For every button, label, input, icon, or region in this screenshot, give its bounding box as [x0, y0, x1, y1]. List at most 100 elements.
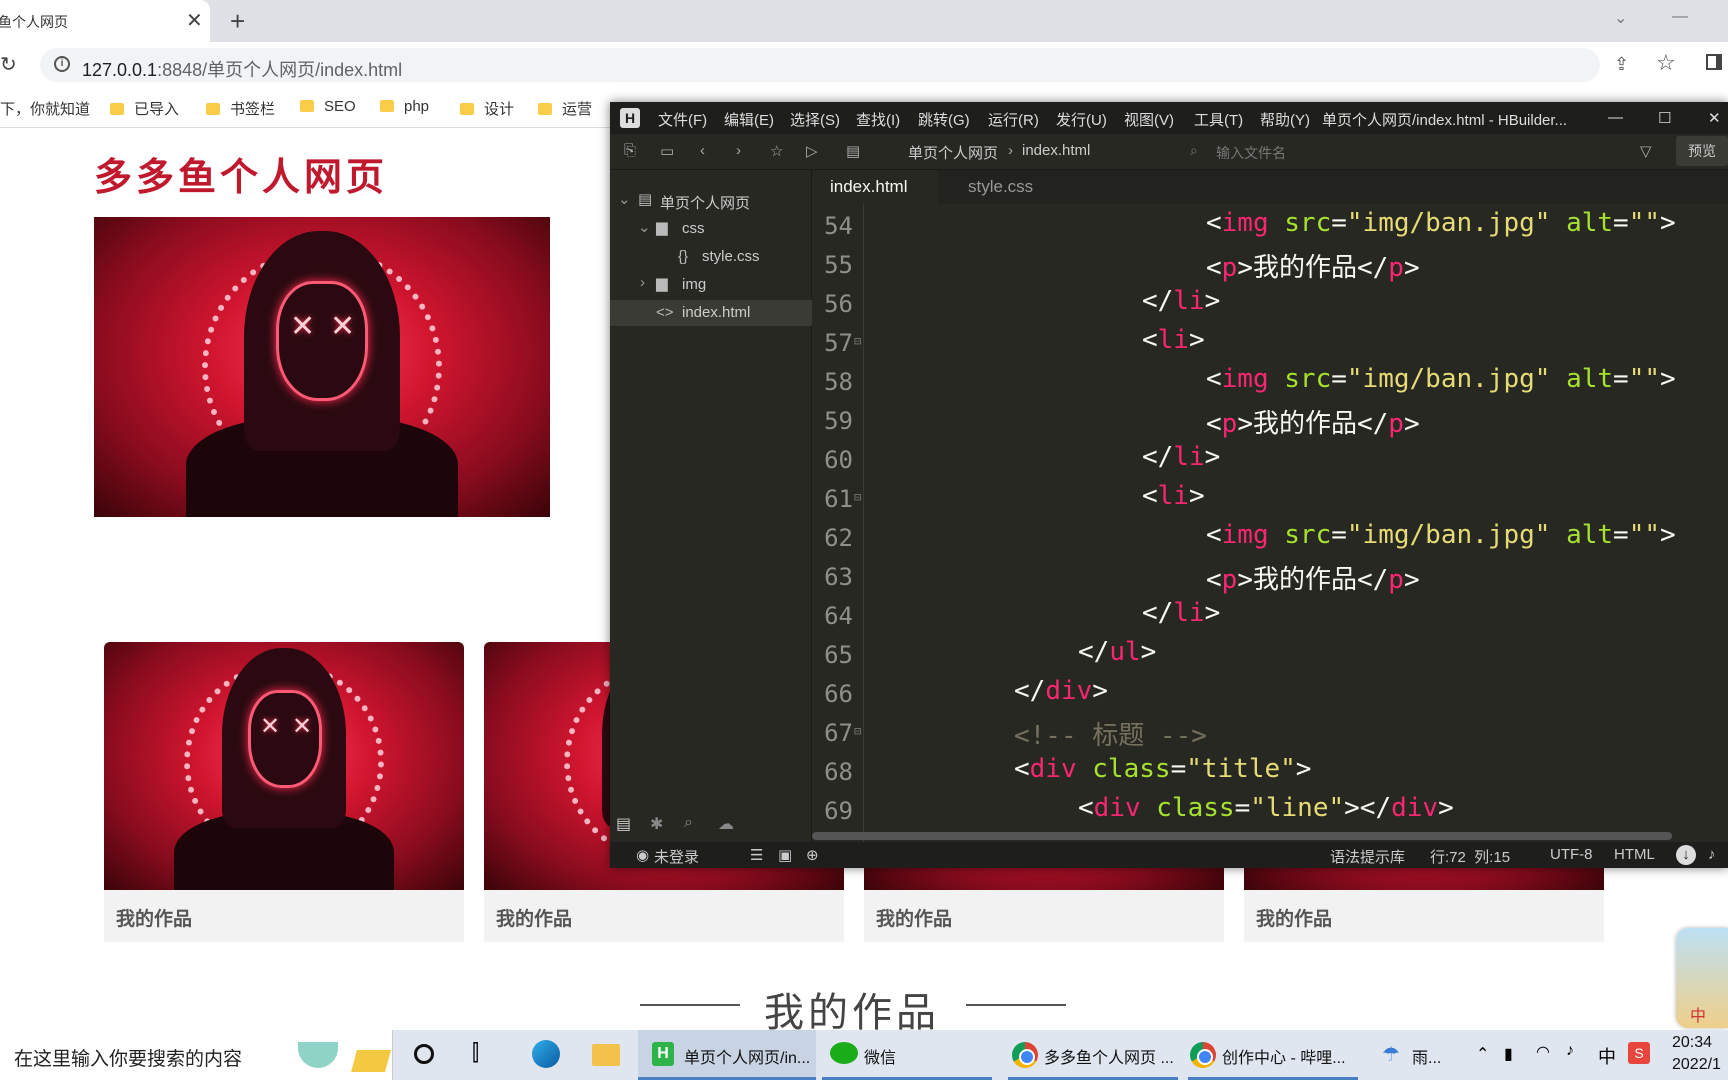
minimize-icon[interactable]: — — [1672, 8, 1688, 26]
bookmark-folder[interactable]: 已导入 — [110, 98, 179, 119]
omnibox[interactable]: i 127.0.0.1:8848/单页个人网页/index.html ⇪ — [40, 48, 1629, 82]
close-icon[interactable]: ✕ — [186, 8, 203, 33]
close-icon[interactable]: ✕ — [1708, 109, 1721, 127]
breadcrumb-file[interactable]: index.html — [1022, 142, 1090, 159]
share-icon[interactable]: ⇪ — [1614, 54, 1629, 75]
menu-publish[interactable]: 发行(U) — [1056, 109, 1107, 130]
taskbar-label: 多多鱼个人网页 ... — [1044, 1050, 1174, 1067]
list-icon[interactable]: ☰ — [750, 846, 763, 864]
menu-find[interactable]: 查找(I) — [856, 109, 900, 130]
back-icon[interactable]: ‹ — [700, 142, 705, 159]
taskbar-item-hbuilder[interactable]: H 单页个人网页/in... — [638, 1030, 816, 1080]
tree-item-css[interactable]: ⌄ ▆ css — [610, 216, 812, 242]
favorite-icon[interactable]: ☆ — [770, 142, 783, 160]
breadcrumb-project[interactable]: 单页个人网页 — [908, 142, 998, 163]
info-icon[interactable]: i — [54, 56, 70, 72]
line-number: 68 — [824, 758, 853, 786]
tab-index-html[interactable]: index.html — [812, 170, 938, 204]
project-icon: ▤ — [638, 191, 653, 208]
line-number: 56 — [824, 290, 853, 318]
maximize-icon[interactable]: ☐ — [1658, 109, 1671, 127]
file-explorer-icon[interactable] — [592, 1044, 620, 1066]
language-mode[interactable]: HTML — [1614, 846, 1655, 863]
bookmark-folder[interactable]: SEO — [300, 98, 356, 115]
bell-icon[interactable]: ♪ — [1708, 846, 1716, 863]
globe-icon[interactable]: ⊕ — [806, 846, 819, 864]
cursor-position[interactable]: 行:72 列:15 — [1430, 846, 1510, 867]
horizontal-scrollbar[interactable] — [812, 832, 1672, 840]
menu-select[interactable]: 选择(S) — [790, 109, 840, 130]
fold-icon[interactable]: ⊟ — [854, 334, 861, 348]
side-panel-icon[interactable] — [1706, 54, 1722, 70]
terminal-icon[interactable]: ▣ — [778, 846, 792, 864]
taskbar-item-chrome-1[interactable]: 多多鱼个人网页 ... — [1008, 1030, 1178, 1080]
cloud-icon[interactable]: ☁ — [718, 814, 734, 834]
login-status[interactable]: 未登录 — [654, 846, 699, 867]
debug-icon[interactable]: ✱ — [650, 814, 663, 834]
encoding[interactable]: UTF-8 — [1550, 846, 1593, 863]
save-icon[interactable]: ▭ — [660, 142, 674, 160]
filter-icon[interactable]: ▽ — [1640, 142, 1652, 160]
ime-indicator[interactable]: 中 — [1598, 1043, 1616, 1069]
task-view-icon[interactable]: ⫿ — [472, 1040, 479, 1066]
tree-item-style-css[interactable]: {} style.css — [610, 244, 812, 270]
work-image: ✕ ✕ — [104, 642, 464, 890]
wifi-icon[interactable]: ◠ — [1536, 1042, 1550, 1062]
menu-tools[interactable]: 工具(T) — [1194, 109, 1243, 130]
menu-help[interactable]: 帮助(Y) — [1260, 109, 1310, 130]
file-search-input[interactable]: ⌕ 输入文件名 — [1190, 138, 1650, 166]
folder-icon: ▆ — [656, 275, 668, 292]
fold-icon[interactable]: ⊟ — [854, 490, 861, 504]
preview-button[interactable]: 预览 — [1676, 136, 1728, 166]
bookmark-star-icon[interactable]: ☆ — [1656, 50, 1676, 76]
tree-item-index-html[interactable]: <> index.html — [610, 300, 812, 326]
taskbar-search[interactable]: 在这里输入你要搜索的内容 — [0, 1030, 393, 1080]
bookmark-item[interactable]: 下，你就知道 — [0, 98, 90, 119]
minimize-icon[interactable]: — — [1608, 109, 1623, 126]
url-path: :8848/单页个人网页/index.html — [157, 60, 403, 80]
bookmark-folder[interactable]: 书签栏 — [206, 98, 275, 119]
system-clock[interactable]: 20:34 2022/1 — [1672, 1032, 1721, 1076]
bookmark-folder[interactable]: 设计 — [460, 98, 514, 119]
new-file-icon[interactable]: ⎘ — [624, 142, 636, 159]
line-number: 60 — [824, 446, 853, 474]
ide-toolbar: ⎘ ▭ ‹ › ☆ ▷ ▤ 单页个人网页 › index.html ⌕ 输入文件… — [610, 134, 1728, 170]
edge-icon[interactable] — [532, 1040, 560, 1068]
taskbar-item-wechat[interactable]: 微信 — [822, 1030, 992, 1080]
browser-tab[interactable]: 多多鱼个人网页 ✕ — [0, 0, 210, 42]
new-tab-icon[interactable]: + — [230, 6, 245, 37]
bookmark-folder[interactable]: 运营 — [538, 98, 592, 119]
ime-widget[interactable]: 中 — [1676, 928, 1728, 1028]
umbrella-icon: ☂ — [1382, 1044, 1400, 1066]
menu-file[interactable]: 文件(F) — [658, 109, 707, 130]
cortana-icon[interactable] — [414, 1044, 434, 1064]
user-icon[interactable]: ◉ — [636, 846, 649, 864]
run-icon[interactable]: ▷ — [806, 142, 818, 160]
tree-label: index.html — [682, 304, 751, 321]
tab-style-css[interactable]: style.css — [950, 170, 1051, 204]
tab-search-icon[interactable]: ⌄ — [1614, 8, 1627, 28]
syntax-hint[interactable]: 语法提示库 — [1330, 846, 1405, 867]
chevron-up-icon[interactable]: ⌃ — [1476, 1044, 1489, 1064]
fold-icon[interactable]: ⊟ — [854, 724, 861, 738]
code-editor[interactable]: 54 55 56 57 58 59 60 61 62 63 64 65 66 6… — [812, 204, 1728, 842]
download-icon[interactable]: ↓ — [1676, 845, 1696, 865]
tree-item-project[interactable]: ⌄ ▤ 单页个人网页 — [610, 188, 812, 214]
reload-icon[interactable]: ↻ — [0, 52, 17, 77]
line-number: 59 — [824, 407, 853, 435]
work-card[interactable]: ✕ ✕ 我的作品 — [104, 642, 464, 942]
taskbar-item-chrome-2[interactable]: 创作中心 - 哔哩... — [1188, 1030, 1358, 1080]
bookmark-folder[interactable]: php — [380, 98, 429, 115]
menu-run[interactable]: 运行(R) — [988, 109, 1039, 130]
taskbar-item-rain[interactable]: ☂ 雨... — [1378, 1030, 1458, 1080]
menu-edit[interactable]: 编辑(E) — [724, 109, 774, 130]
search-icon[interactable]: ⌕ — [684, 814, 693, 832]
menu-goto[interactable]: 跳转(G) — [918, 109, 970, 130]
volume-icon[interactable]: ♪ — [1566, 1042, 1574, 1060]
forward-icon[interactable]: › — [736, 142, 741, 159]
battery-icon[interactable]: ▮ — [1504, 1044, 1513, 1064]
sogou-icon[interactable]: S — [1628, 1042, 1650, 1064]
tree-item-img[interactable]: › ▆ img — [610, 272, 812, 298]
explorer-icon[interactable]: ▤ — [616, 814, 631, 834]
menu-view[interactable]: 视图(V) — [1124, 109, 1174, 130]
